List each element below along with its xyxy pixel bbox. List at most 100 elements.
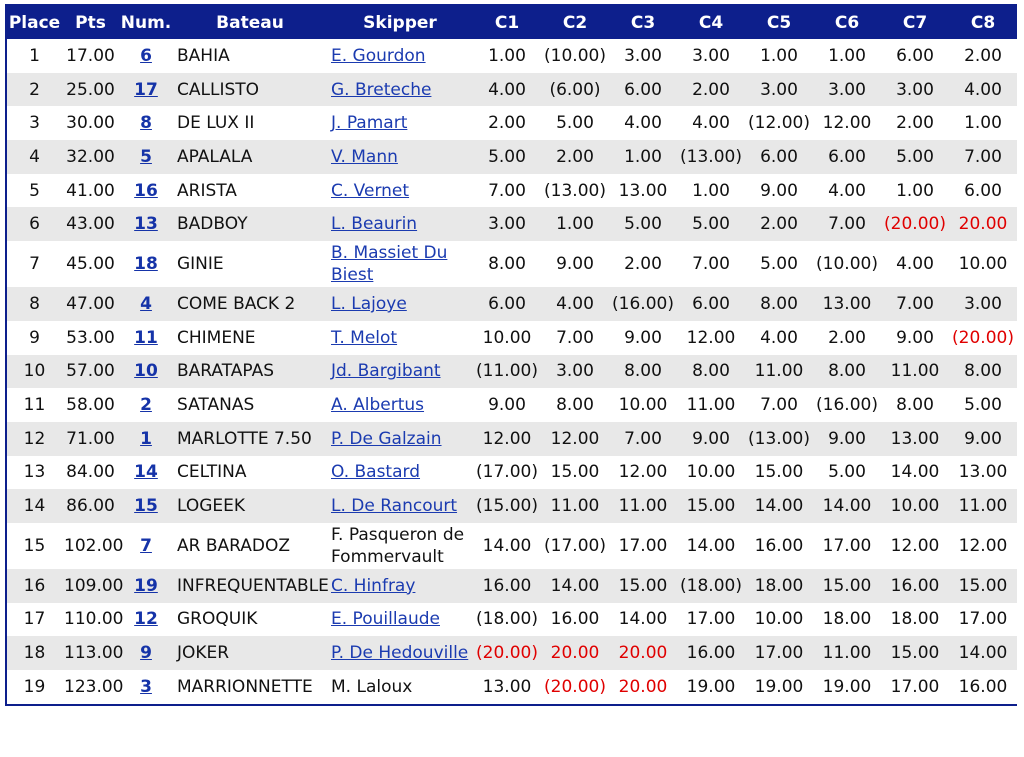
place-cell: 5 xyxy=(7,173,62,208)
place-cell: 7 xyxy=(7,241,62,288)
race-c4-cell: 2.00 xyxy=(677,72,745,107)
boat-name-cell: INFREQUENTABLE xyxy=(173,568,329,603)
race-c8-cell: 20.00 xyxy=(949,207,1017,242)
boat-name-cell: LOGEEK xyxy=(173,489,327,523)
skipper-link[interactable]: L. Beaurin xyxy=(331,214,417,234)
skipper-link[interactable]: O. Bastard xyxy=(331,462,420,482)
race-c1-cell: 9.00 xyxy=(473,388,541,422)
sail-number-link[interactable]: 19 xyxy=(134,576,158,596)
sail-number-link[interactable]: 8 xyxy=(140,113,152,133)
points-cell: 53.00 xyxy=(62,320,119,355)
skipper-link[interactable]: P. De Hedouville xyxy=(331,643,468,663)
race-c1-cell: 5.00 xyxy=(473,140,541,174)
skipper-link[interactable]: C. Vernet xyxy=(331,181,409,201)
sail-number-cell: 15 xyxy=(119,489,173,523)
sail-number-link[interactable]: 16 xyxy=(134,181,158,201)
points-cell: 41.00 xyxy=(62,173,119,208)
sail-number-link[interactable]: 11 xyxy=(134,328,158,348)
sail-number-cell: 5 xyxy=(119,140,173,174)
boat-name-cell: CALLISTO xyxy=(173,72,327,107)
race-c4-cell: 9.00 xyxy=(677,421,745,456)
table-row: 13 84.00 14 CELTINA O. Bastard (17.00) 15.00 12… xyxy=(7,455,1017,490)
boat-name-cell: MARLOTTE 7.50 xyxy=(173,421,327,456)
boat-name-cell: CELTINA xyxy=(173,455,327,490)
skipper-link[interactable]: C. Hinfray xyxy=(331,576,415,596)
skipper-link[interactable]: T. Melot xyxy=(331,328,397,348)
race-c4-cell: 8.00 xyxy=(677,354,745,389)
sail-number-link[interactable]: 15 xyxy=(134,496,158,516)
points-cell: 17.00 xyxy=(62,39,119,73)
race-c1-cell: 16.00 xyxy=(473,568,541,603)
race-c3-cell: 5.00 xyxy=(609,207,677,242)
skipper-link[interactable]: G. Breteche xyxy=(331,80,431,100)
points-cell: 45.00 xyxy=(62,241,119,288)
race-c2-cell: (10.00) xyxy=(541,39,609,73)
race-c1-cell: 13.00 xyxy=(473,670,541,704)
race-c8-cell: (20.00) xyxy=(949,320,1017,355)
skipper-cell: T. Melot xyxy=(327,320,473,355)
points-cell: 57.00 xyxy=(62,354,119,389)
race-c8-cell: 14.00 xyxy=(949,636,1017,670)
race-c5-cell: 19.00 xyxy=(745,670,813,704)
race-c5-cell: 18.00 xyxy=(745,568,813,603)
table-row: 18 113.00 9 JOKER P. De Hedouville (20.00) 20.… xyxy=(7,636,1017,670)
race-c6-cell: 1.00 xyxy=(813,39,881,73)
points-cell: 32.00 xyxy=(62,140,119,174)
race-c6-cell: 9.00 xyxy=(813,421,881,456)
skipper-cell: V. Mann xyxy=(327,140,473,174)
skipper-link[interactable]: Jd. Bargibant xyxy=(331,361,441,381)
race-c7-cell: 17.00 xyxy=(881,670,949,704)
race-c5-cell: 1.00 xyxy=(745,39,813,73)
skipper-link[interactable]: E. Gourdon xyxy=(331,46,426,66)
race-c8-cell: 8.00 xyxy=(949,354,1017,389)
skipper-link[interactable]: E. Pouillaude xyxy=(331,609,440,629)
race-c5-cell: 4.00 xyxy=(745,320,813,355)
sail-number-link[interactable]: 4 xyxy=(140,294,152,314)
race-c7-cell: 13.00 xyxy=(881,421,949,456)
race-c3-cell: 20.00 xyxy=(609,636,677,670)
race-c3-cell: 9.00 xyxy=(609,320,677,355)
skipper-link[interactable]: V. Mann xyxy=(331,147,398,167)
skipper-link[interactable]: J. Pamart xyxy=(331,113,407,133)
sail-number-cell: 3 xyxy=(119,670,173,704)
place-cell: 14 xyxy=(7,489,62,523)
skipper-link[interactable]: L. Lajoye xyxy=(331,294,407,314)
sail-number-link[interactable]: 13 xyxy=(134,214,158,234)
skipper-link[interactable]: L. De Rancourt xyxy=(331,496,457,516)
race-c1-cell: 3.00 xyxy=(473,207,541,242)
skipper-link[interactable]: B. Massiet Du Biest xyxy=(331,243,447,285)
points-cell: 109.00 xyxy=(62,568,123,603)
skipper-link[interactable]: A. Albertus xyxy=(331,395,424,415)
race-c2-cell: 5.00 xyxy=(541,106,609,141)
skipper-cell: J. Pamart xyxy=(327,106,473,141)
sail-number-link[interactable]: 10 xyxy=(134,361,158,381)
sail-number-link[interactable]: 9 xyxy=(140,643,152,663)
sail-number-link[interactable]: 6 xyxy=(140,46,152,66)
race-c2-cell: 9.00 xyxy=(541,241,609,288)
race-c4-cell: 11.00 xyxy=(677,388,745,422)
sail-number-link[interactable]: 5 xyxy=(140,147,152,167)
table-row: 11 58.00 2 SATANAS A. Albertus 9.00 8.00 10.00 1… xyxy=(7,388,1017,422)
place-cell: 2 xyxy=(7,72,62,107)
sail-number-link[interactable]: 12 xyxy=(134,609,158,629)
race-c1-cell: 4.00 xyxy=(473,72,541,107)
sail-number-link[interactable]: 7 xyxy=(140,536,152,556)
sail-number-link[interactable]: 3 xyxy=(140,677,152,697)
sail-number-link[interactable]: 1 xyxy=(140,429,152,449)
sail-number-link[interactable]: 2 xyxy=(140,395,152,415)
skipper-link[interactable]: P. De Galzain xyxy=(331,429,442,449)
race-c1-cell: 12.00 xyxy=(473,421,541,456)
race-c4-cell: 4.00 xyxy=(677,106,745,141)
sail-number-link[interactable]: 18 xyxy=(134,254,158,274)
sail-number-link[interactable]: 17 xyxy=(134,80,158,100)
table-row: 12 71.00 1 MARLOTTE 7.50 P. De Galzain 12.00 1… xyxy=(7,421,1017,456)
race-c2-cell: 2.00 xyxy=(541,140,609,174)
sail-number-link[interactable]: 14 xyxy=(134,462,158,482)
skipper-cell: L. Lajoye xyxy=(327,287,473,321)
points-cell: 84.00 xyxy=(62,455,119,490)
race-c1-cell: (17.00) xyxy=(473,455,541,490)
race-c5-cell: 7.00 xyxy=(745,388,813,422)
race-c8-cell: 17.00 xyxy=(949,602,1017,637)
race-c1-cell: (11.00) xyxy=(473,354,541,389)
race-c7-cell: 10.00 xyxy=(881,489,949,523)
